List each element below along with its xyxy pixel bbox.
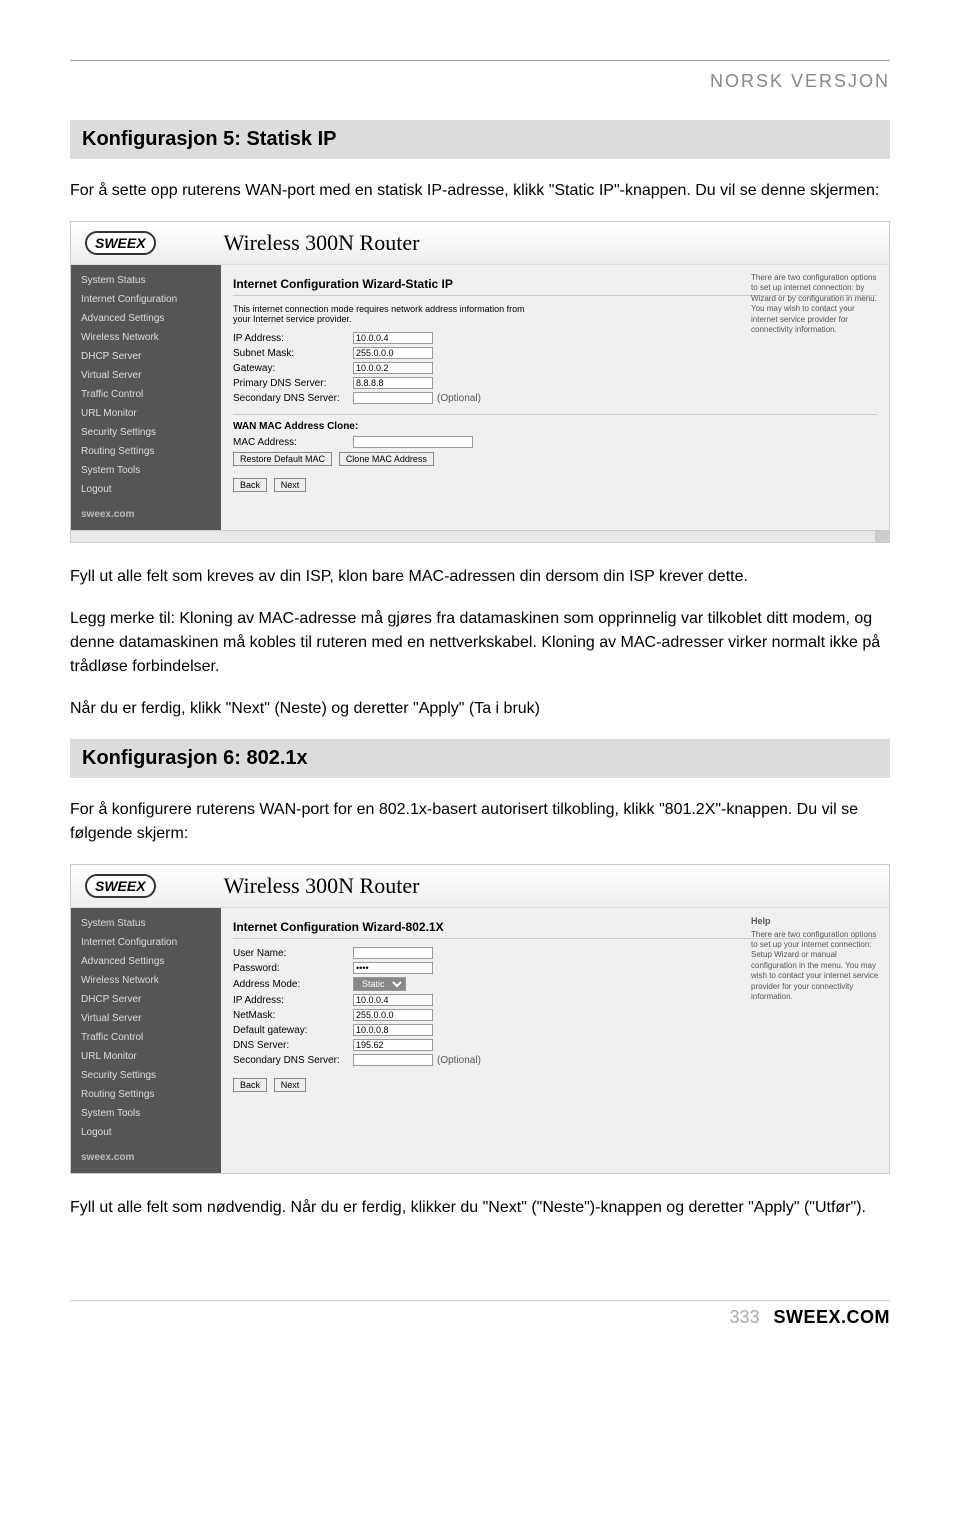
mode-label: Address Mode: [233,979,353,990]
dns2-label: Secondary DNS Server: [233,393,353,404]
ip-label: IP Address: [233,995,353,1006]
sidebar-item[interactable]: Routing Settings [71,442,221,461]
user-input[interactable] [353,947,433,959]
section-6-outro: Fyll ut alle felt som nødvendig. Når du … [70,1196,890,1220]
sidebar-item[interactable]: DHCP Server [71,347,221,366]
section-6-title: Konfigurasjon 6: 802.1x [70,739,890,778]
sidebar-item[interactable]: DHCP Server [71,990,221,1009]
section-5-para1: Fyll ut alle felt som kreves av din ISP,… [70,565,890,589]
gw-label: Gateway: [233,363,353,374]
router-logo: SWEEX [85,231,156,255]
optional-label: (Optional) [437,1055,481,1066]
pass-label: Password: [233,963,353,974]
section-6-intro: For å konfigurere ruterens WAN-port for … [70,798,890,846]
section-5-para3: Når du er ferdig, klikk "Next" (Neste) o… [70,697,890,721]
router-title: Wireless 300N Router [224,230,420,256]
dns1-label: DNS Server: [233,1040,353,1051]
dns1-input[interactable] [353,1039,433,1051]
sidebar-item[interactable]: System Tools [71,461,221,480]
mask-label: NetMask: [233,1010,353,1021]
sidebar-item[interactable]: Logout [71,1123,221,1142]
router-sidebar: System Status Internet Configuration Adv… [71,908,221,1173]
sidebar-item[interactable]: Traffic Control [71,1028,221,1047]
gw-label: Default gateway: [233,1025,353,1036]
next-button[interactable]: Next [274,478,307,492]
mac-input[interactable] [353,436,473,448]
back-button[interactable]: Back [233,1078,267,1092]
screenshot-static-ip: SWEEX Wireless 300N Router System Status… [70,221,890,543]
dns1-input[interactable] [353,377,433,389]
ip-input[interactable] [353,332,433,344]
sidebar-item[interactable]: Advanced Settings [71,309,221,328]
mode-select[interactable]: Static [353,977,406,991]
sidebar-item[interactable]: System Tools [71,1104,221,1123]
user-label: User Name: [233,948,353,959]
back-button[interactable]: Back [233,478,267,492]
mask-label: Subnet Mask: [233,348,353,359]
sidebar-item[interactable]: Security Settings [71,1066,221,1085]
ip-label: IP Address: [233,333,353,344]
gw-input[interactable] [353,362,433,374]
dns2-label: Secondary DNS Server: [233,1055,353,1066]
sidebar-item[interactable]: Routing Settings [71,1085,221,1104]
scrollbar[interactable] [71,530,889,542]
sidebar-item[interactable]: Advanced Settings [71,952,221,971]
router-sidebar: System Status Internet Configuration Adv… [71,265,221,530]
page-number: 333 [729,1307,759,1328]
mask-input[interactable] [353,347,433,359]
section-5-para2: Legg merke til: Kloning av MAC-adresse m… [70,607,890,679]
dns2-input[interactable] [353,1054,433,1066]
section-5-intro: For å sette opp ruterens WAN-port med en… [70,179,890,203]
dns1-label: Primary DNS Server: [233,378,353,389]
sidebar-item[interactable]: Virtual Server [71,1009,221,1028]
help-box: There are two configuration options to s… [751,273,881,335]
sidebar-item[interactable]: Internet Configuration [71,933,221,952]
version-label: NORSK VERSJON [70,71,890,92]
sidebar-brand: sweex.com [71,1142,221,1167]
sidebar-item[interactable]: Wireless Network [71,971,221,990]
sidebar-item[interactable]: Traffic Control [71,385,221,404]
clone-mac-button[interactable]: Clone MAC Address [339,452,434,466]
help-box: HelpThere are two configuration options … [751,916,881,1002]
dns2-input[interactable] [353,392,433,404]
sidebar-item[interactable]: URL Monitor [71,1047,221,1066]
pass-input[interactable] [353,962,433,974]
gw-input[interactable] [353,1024,433,1036]
sidebar-item[interactable]: System Status [71,271,221,290]
ip-input[interactable] [353,994,433,1006]
sidebar-item[interactable]: System Status [71,914,221,933]
mac-label: MAC Address: [233,437,353,448]
footer-brand: SWEEX.COM [773,1307,890,1328]
sidebar-item[interactable]: Logout [71,480,221,499]
next-button[interactable]: Next [274,1078,307,1092]
router-logo: SWEEX [85,874,156,898]
section-5-title: Konfigurasjon 5: Statisk IP [70,120,890,159]
mask-input[interactable] [353,1009,433,1021]
sidebar-item[interactable]: Security Settings [71,423,221,442]
screenshot-8021x: SWEEX Wireless 300N Router System Status… [70,864,890,1174]
optional-label: (Optional) [437,393,481,404]
router-title: Wireless 300N Router [224,873,420,899]
panel-desc: This internet connection mode requires n… [233,304,533,324]
restore-mac-button[interactable]: Restore Default MAC [233,452,332,466]
sidebar-item[interactable]: Virtual Server [71,366,221,385]
sidebar-brand: sweex.com [71,499,221,524]
sidebar-item[interactable]: Internet Configuration [71,290,221,309]
sidebar-item[interactable]: URL Monitor [71,404,221,423]
sidebar-item[interactable]: Wireless Network [71,328,221,347]
mac-title: WAN MAC Address Clone: [233,421,877,432]
